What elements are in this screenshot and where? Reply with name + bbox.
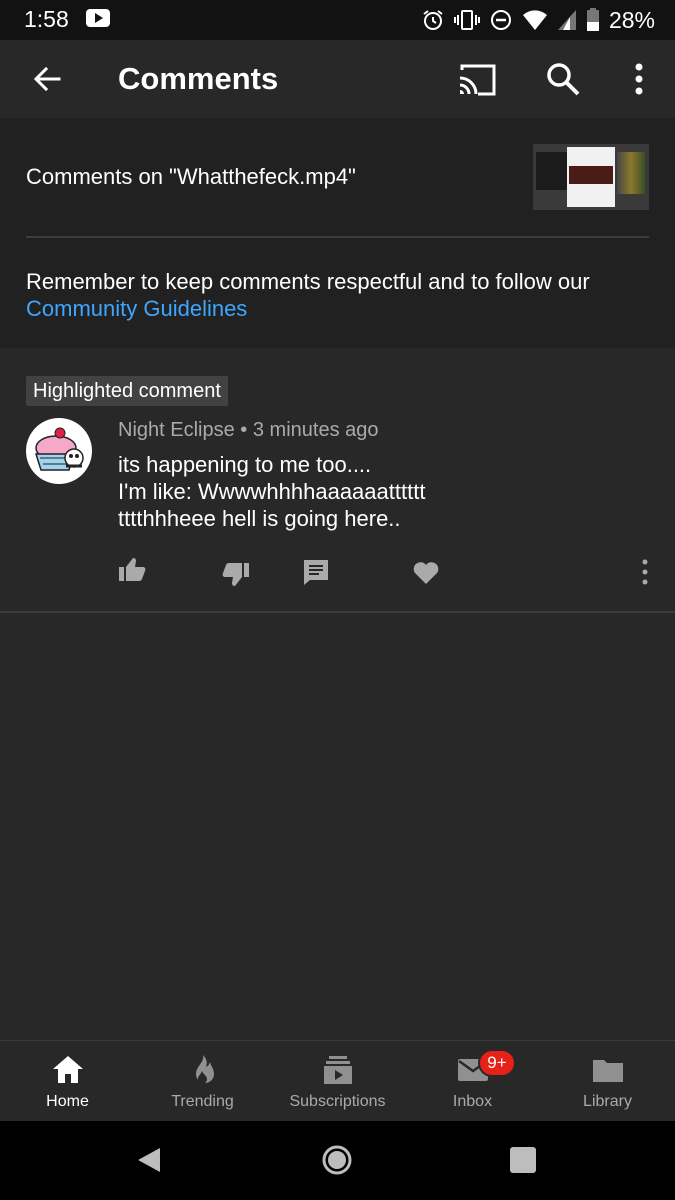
thumb-up-icon[interactable] bbox=[116, 554, 148, 586]
nav-label: Inbox bbox=[452, 1093, 493, 1110]
vibrate-icon bbox=[453, 10, 480, 30]
cast-icon[interactable] bbox=[456, 60, 498, 100]
nav-subscriptions[interactable]: Subscriptions bbox=[270, 1041, 405, 1122]
status-bar: 1:58 28% bbox=[0, 0, 675, 40]
comment-text: its happening to me too.... I'm like: Ww… bbox=[118, 451, 425, 532]
home-icon bbox=[52, 1056, 83, 1083]
nav-trending[interactable]: Trending bbox=[135, 1041, 270, 1122]
system-home-icon[interactable] bbox=[321, 1144, 353, 1176]
status-icons: 28% bbox=[421, 6, 655, 34]
nav-label: Home bbox=[46, 1093, 89, 1110]
avatar[interactable] bbox=[26, 418, 92, 484]
nav-library[interactable]: Library bbox=[540, 1041, 675, 1122]
search-icon[interactable] bbox=[544, 60, 582, 98]
alarm-icon bbox=[423, 10, 443, 30]
video-thumbnail[interactable] bbox=[533, 144, 649, 210]
comment-time: 3 minutes ago bbox=[252, 419, 379, 441]
divider bbox=[0, 611, 675, 613]
subscriptions-icon bbox=[323, 1056, 352, 1084]
system-back-icon[interactable] bbox=[136, 1146, 162, 1174]
comment-line: its happening to me too.... bbox=[118, 452, 372, 477]
guideline-notice: Remember to keep comments respectful and… bbox=[26, 268, 646, 322]
guideline-text: Remember to keep comments respectful and… bbox=[26, 269, 590, 294]
thumb-down-icon[interactable] bbox=[220, 558, 252, 590]
trending-icon bbox=[195, 1055, 214, 1084]
meta-separator: • bbox=[240, 419, 248, 441]
youtube-icon bbox=[86, 9, 110, 27]
highlighted-comment-chip: Highlighted comment bbox=[26, 376, 228, 406]
battery-icon bbox=[586, 8, 599, 31]
bottom-nav: Home Trending Subscriptions Inbox Librar… bbox=[0, 1040, 675, 1121]
dnd-icon bbox=[490, 10, 511, 30]
nav-label: Trending bbox=[171, 1093, 234, 1110]
comment-meta: Night Eclipse • 3 minutes ago bbox=[118, 419, 379, 442]
heart-icon[interactable] bbox=[410, 556, 442, 588]
nav-label: Subscriptions bbox=[289, 1093, 386, 1110]
comment-more-icon[interactable] bbox=[636, 556, 654, 588]
library-icon bbox=[592, 1060, 623, 1082]
comment-line: tttthhheee hell is going here.. bbox=[118, 506, 401, 531]
community-guidelines-link[interactable]: Community Guidelines bbox=[26, 295, 646, 322]
back-arrow-icon[interactable] bbox=[26, 58, 68, 100]
wifi-icon bbox=[522, 10, 547, 30]
comment-author[interactable]: Night Eclipse bbox=[118, 419, 235, 441]
comment-line: I'm like: Wwwwhhhhaaaaaatttttt bbox=[118, 479, 426, 504]
divider bbox=[26, 236, 649, 238]
app-bar: Comments bbox=[0, 40, 675, 118]
comments-header: Comments on "Whatthefeck.mp4" Remember t… bbox=[0, 118, 675, 348]
battery-percent: 28% bbox=[608, 6, 655, 33]
nav-home[interactable]: Home bbox=[0, 1041, 135, 1122]
inbox-badge: 9+ bbox=[478, 1049, 516, 1077]
system-recents-icon[interactable] bbox=[510, 1147, 536, 1173]
signal-icon bbox=[557, 10, 576, 30]
more-vert-icon[interactable] bbox=[624, 60, 654, 98]
page-title: Comments bbox=[118, 61, 279, 96]
system-nav-bar bbox=[0, 1121, 675, 1200]
status-time: 1:58 bbox=[24, 6, 69, 32]
video-title: Comments on "Whatthefeck.mp4" bbox=[26, 164, 356, 189]
nav-inbox[interactable]: Inbox bbox=[405, 1041, 540, 1122]
nav-label: Library bbox=[583, 1093, 632, 1110]
reply-icon[interactable] bbox=[300, 556, 332, 588]
